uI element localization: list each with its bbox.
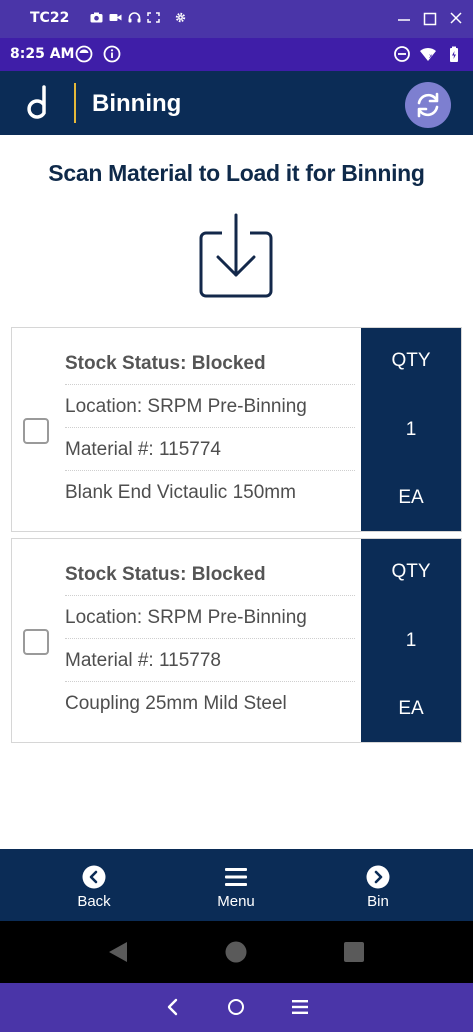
status-left-icons: [75, 45, 121, 63]
qty-unit: EA: [398, 487, 424, 508]
scan-instruction-heading: Scan Material to Load it for Binning: [48, 160, 425, 186]
material-description: Blank End Victaulic 150mm: [65, 482, 296, 503]
camera-icon[interactable]: [90, 12, 103, 23]
bin-button[interactable]: Bin: [328, 865, 428, 910]
bottom-nav: Back Menu Bin: [0, 849, 473, 921]
bin-label: Bin: [367, 893, 389, 910]
qty-label: QTY: [391, 561, 431, 582]
back-triangle-icon[interactable]: [107, 941, 129, 963]
logo-divider: [74, 83, 76, 123]
material-select-checkbox[interactable]: [23, 418, 49, 444]
material-number: Material #: 115778: [65, 639, 355, 682]
status-right-icons: x: [393, 45, 463, 63]
menu-button[interactable]: Menu: [186, 865, 286, 910]
window-controls: [397, 9, 463, 27]
qty-value: 1: [405, 419, 417, 440]
hamburger-menu-icon: [225, 868, 247, 886]
material-select-checkbox[interactable]: [23, 629, 49, 655]
stock-status: Stock Status: Blocked: [65, 342, 355, 385]
battery-icon: [450, 46, 458, 62]
quantity-panel: QTY 1 EA: [361, 328, 461, 531]
material-card[interactable]: Stock Status: Blocked Location: SRPM Pre…: [11, 327, 462, 532]
do-not-disturb-icon: [394, 46, 410, 62]
android-nav-bar: [0, 921, 473, 983]
chevron-right-circle-icon: [366, 865, 390, 889]
stock-status: Stock Status: Blocked: [65, 553, 355, 596]
headset-icon[interactable]: [128, 12, 141, 23]
minimize-icon[interactable]: [397, 9, 411, 27]
location: Location: SRPM Pre-Binning: [65, 596, 355, 639]
app-header: Binning: [0, 71, 473, 135]
recents-square-icon[interactable]: [343, 941, 365, 963]
back-label: Back: [77, 893, 111, 910]
settings-icon[interactable]: [174, 12, 187, 23]
info-icon: [103, 45, 121, 63]
material-description: Coupling 25mm Mild Steel: [65, 693, 287, 714]
close-icon[interactable]: [449, 9, 463, 27]
qty-unit: EA: [398, 698, 424, 719]
maximize-icon[interactable]: [423, 9, 437, 27]
status-bar: 8:25 AM x: [0, 38, 473, 71]
user-circle-icon: [75, 45, 93, 63]
qty-label: QTY: [391, 350, 431, 371]
app-logo: [27, 85, 46, 119]
material-details: Stock Status: Blocked Location: SRPM Pre…: [65, 553, 355, 725]
emulator-bottom-bar: [0, 983, 473, 1032]
refresh-icon: [417, 92, 439, 118]
home-circle-icon[interactable]: [225, 941, 247, 963]
material-number: Material #: 115774: [65, 428, 355, 471]
back-button[interactable]: Back: [44, 865, 144, 910]
status-time: 8:25 AM: [10, 46, 75, 62]
material-card[interactable]: Stock Status: Blocked Location: SRPM Pre…: [11, 538, 462, 743]
location: Location: SRPM Pre-Binning: [65, 385, 355, 428]
emulator-title: TC22: [30, 10, 70, 26]
overview-lines-icon[interactable]: [290, 997, 310, 1017]
home-ring-icon[interactable]: [226, 997, 246, 1017]
wifi-icon: x: [420, 47, 436, 61]
quantity-panel: QTY 1 EA: [361, 539, 461, 742]
svg-text:x: x: [429, 53, 433, 60]
material-details: Stock Status: Blocked Location: SRPM Pre…: [65, 342, 355, 514]
emulator-toolbar: [90, 12, 187, 23]
fullscreen-icon[interactable]: [147, 12, 160, 23]
chevron-left-circle-icon: [82, 865, 106, 889]
download-tray-icon: [199, 213, 273, 298]
page-title: Binning: [92, 90, 182, 117]
video-icon[interactable]: [109, 12, 122, 23]
menu-label: Menu: [217, 893, 255, 910]
refresh-button[interactable]: [405, 82, 451, 128]
chevron-left-icon[interactable]: [163, 997, 183, 1017]
emulator-title-bar: TC22: [0, 0, 473, 38]
qty-value: 1: [405, 630, 417, 651]
